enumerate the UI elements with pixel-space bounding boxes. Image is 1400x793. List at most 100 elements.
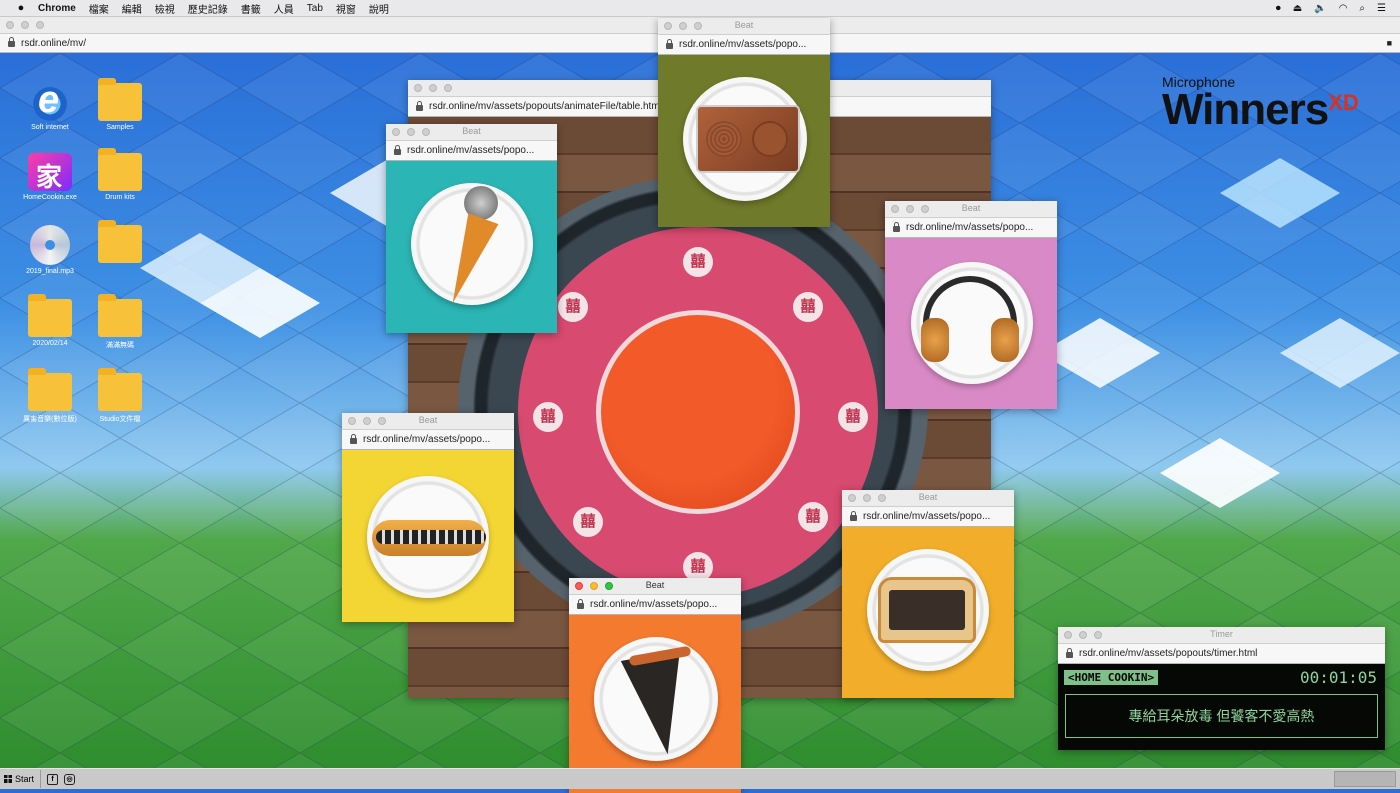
folder-icon [98, 220, 142, 263]
lock-icon [1066, 647, 1073, 658]
url-text[interactable]: rsdr.online/mv/assets/popo... [363, 434, 490, 445]
double-happiness-icon: 囍 [558, 292, 588, 322]
desktop-icon-drum-kits[interactable]: Drum kits [90, 148, 150, 201]
address-bar[interactable]: rsdr.online/mv/assets/popo... [569, 595, 741, 615]
beat-content[interactable] [885, 238, 1057, 409]
lock-icon [394, 144, 401, 155]
lyric-text: 專給耳朵放毒 但饕客不愛高熱 [1128, 708, 1315, 724]
donut-earcup-left-icon [921, 318, 949, 362]
desktop-icon-studio-docs[interactable]: Studio文件檔 [90, 368, 150, 424]
zoom-window-button[interactable] [444, 84, 452, 92]
desktop-icon-folder[interactable] [90, 220, 150, 266]
volume-icon[interactable]: 🔈 [1314, 3, 1326, 14]
desktop-icon-label: 2020/02/14 [32, 340, 68, 347]
window-titlebar[interactable]: Beat [569, 578, 741, 595]
double-happiness-icon: 囍 [573, 507, 603, 537]
window-titlebar[interactable]: Beat [386, 124, 557, 141]
beat-window-pizza-vinyl[interactable]: Beat rsdr.online/mv/assets/popo... [569, 578, 741, 793]
window-titlebar[interactable]: Beat [658, 18, 830, 35]
address-bar[interactable]: rsdr.online/mv/assets/popo... [386, 141, 557, 161]
address-bar[interactable]: rsdr.online/mv/assets/popo... [885, 218, 1057, 238]
beat-window-toast-cassette[interactable]: Beat rsdr.online/mv/assets/popo... [842, 490, 1014, 698]
desktop-icon-label: 2019_final.mp3 [26, 268, 74, 275]
record-icon[interactable]: ⏺ [1276, 3, 1281, 14]
url-text[interactable]: rsdr.online/mv/assets/popo... [863, 511, 990, 522]
desktop-icon-label: Samples [106, 124, 134, 131]
double-happiness-icon: 囍 [533, 402, 563, 432]
folder-icon [28, 294, 72, 337]
keyboard-sausage-icon [376, 530, 486, 544]
beat-window-hotdog[interactable]: Beat rsdr.online/mv/assets/popo... [342, 413, 514, 622]
menu-item-window[interactable]: 視窗 [336, 1, 356, 16]
beat-window-microphone[interactable]: Beat rsdr.online/mv/assets/popo... [386, 124, 557, 333]
eject-icon[interactable]: ⏏ [1293, 3, 1302, 14]
lock-icon [893, 221, 900, 232]
system-tray [1334, 771, 1396, 787]
beat-content[interactable] [842, 527, 1014, 698]
url-text[interactable]: rsdr.online/mv/assets/popouts/animateFil… [429, 101, 662, 112]
spotlight-search-icon[interactable]: ⌕ [1359, 3, 1365, 14]
beat-content[interactable] [386, 161, 557, 333]
address-bar[interactable]: rsdr.online/mv/assets/popo... [842, 507, 1014, 527]
wifi-icon[interactable]: ◠ [1339, 3, 1348, 14]
window-titlebar[interactable]: Beat [842, 490, 1014, 507]
menu-item-tab[interactable]: Tab [307, 3, 323, 14]
folder-icon [98, 294, 142, 337]
url-text[interactable]: rsdr.online/mv/assets/popouts/timer.html [1079, 648, 1257, 659]
url-text[interactable]: rsdr.online/mv/assets/popo... [590, 599, 717, 610]
url-text[interactable]: rsdr.online/mv/assets/popo... [906, 222, 1033, 233]
instagram-icon[interactable]: ◎ [64, 773, 76, 785]
logo-suffix: XD [1328, 90, 1359, 115]
desktop-icon-2020-02-14[interactable]: 2020/02/14 [20, 294, 80, 347]
beat-content[interactable] [658, 55, 830, 227]
desktop-icon-mp3[interactable]: 2019_final.mp3 [20, 225, 80, 275]
window-titlebar[interactable]: Timer [1058, 627, 1385, 644]
start-button[interactable]: Start [0, 770, 42, 788]
chocolate-radio-icon [696, 105, 800, 173]
minimize-window-button[interactable] [429, 84, 437, 92]
beat-content[interactable] [569, 615, 741, 793]
url-text[interactable]: rsdr.online/mv/assets/popo... [407, 145, 534, 156]
menu-item-people[interactable]: 人員 [274, 1, 294, 16]
timer-tag: <HOME COOKIN> [1064, 670, 1159, 685]
close-window-button[interactable] [414, 84, 422, 92]
menu-item-edit[interactable]: 編輯 [122, 1, 142, 16]
desktop-icon-samples[interactable]: Samples [90, 78, 150, 131]
menu-bar: ● Chrome 檔案 編輯 檢視 歷史記錄 書籤 人員 Tab 視窗 說明 ⏺… [0, 0, 1400, 17]
address-bar[interactable]: rsdr.online/mv/assets/popouts/timer.html [1058, 644, 1385, 664]
beat-window-chocolate-radio[interactable]: Beat rsdr.online/mv/assets/popo... [658, 18, 830, 227]
apple-icon[interactable]: ● [14, 2, 28, 14]
url-text[interactable]: rsdr.online/mv/assets/popo... [679, 39, 806, 50]
status-icons: ⏺ ⏏ 🔈 ◠ ⌕ ☰ [1276, 3, 1400, 14]
start-label: Start [15, 774, 35, 784]
address-bar[interactable]: rsdr.online/mv/assets/popo... [658, 35, 830, 55]
orange-center-button[interactable] [596, 310, 800, 514]
microphone-winners-logo: Microphone WinnersXD [1162, 74, 1359, 132]
timer-window[interactable]: Timer rsdr.online/mv/assets/popouts/time… [1058, 627, 1385, 750]
camera-icon[interactable]: ■ [1387, 38, 1392, 48]
menu-item-file[interactable]: 檔案 [89, 1, 109, 16]
desktop-icon-label: Drum kits [105, 194, 135, 201]
window-title: Beat [961, 203, 981, 213]
menu-item-history[interactable]: 歷史記錄 [188, 1, 228, 16]
desktop-icon-uncensored[interactable]: 滿滿無碼 [90, 294, 150, 350]
desktop-icon-homecookin[interactable]: HomeCookin.exe [20, 153, 80, 201]
folder-icon [28, 368, 72, 411]
homecookin-app-icon [28, 153, 72, 194]
menu-item-view[interactable]: 檢視 [155, 1, 175, 16]
desktop-icon-soft-internet[interactable]: Soft internet [20, 79, 80, 131]
desktop-icon-music-digital[interactable]: 厲害音樂(數位版) [20, 368, 80, 424]
main-url-text[interactable]: rsdr.online/mv/ [21, 38, 86, 49]
address-bar[interactable]: rsdr.online/mv/assets/popo... [342, 430, 514, 450]
beat-content[interactable] [342, 450, 514, 622]
beat-window-headphones[interactable]: Beat rsdr.online/mv/assets/popo... [885, 201, 1057, 409]
window-titlebar[interactable]: Beat [885, 201, 1057, 218]
menu-app-name[interactable]: Chrome [38, 3, 76, 14]
folder-icon [98, 368, 142, 411]
facebook-icon[interactable]: f [47, 773, 59, 785]
desktop-icon-label: 厲害音樂(數位版) [23, 416, 77, 423]
notification-center-icon[interactable]: ☰ [1377, 3, 1386, 14]
menu-item-bookmarks[interactable]: 書籤 [241, 1, 261, 16]
window-titlebar[interactable]: Beat [342, 413, 514, 430]
menu-item-help[interactable]: 說明 [369, 1, 389, 16]
